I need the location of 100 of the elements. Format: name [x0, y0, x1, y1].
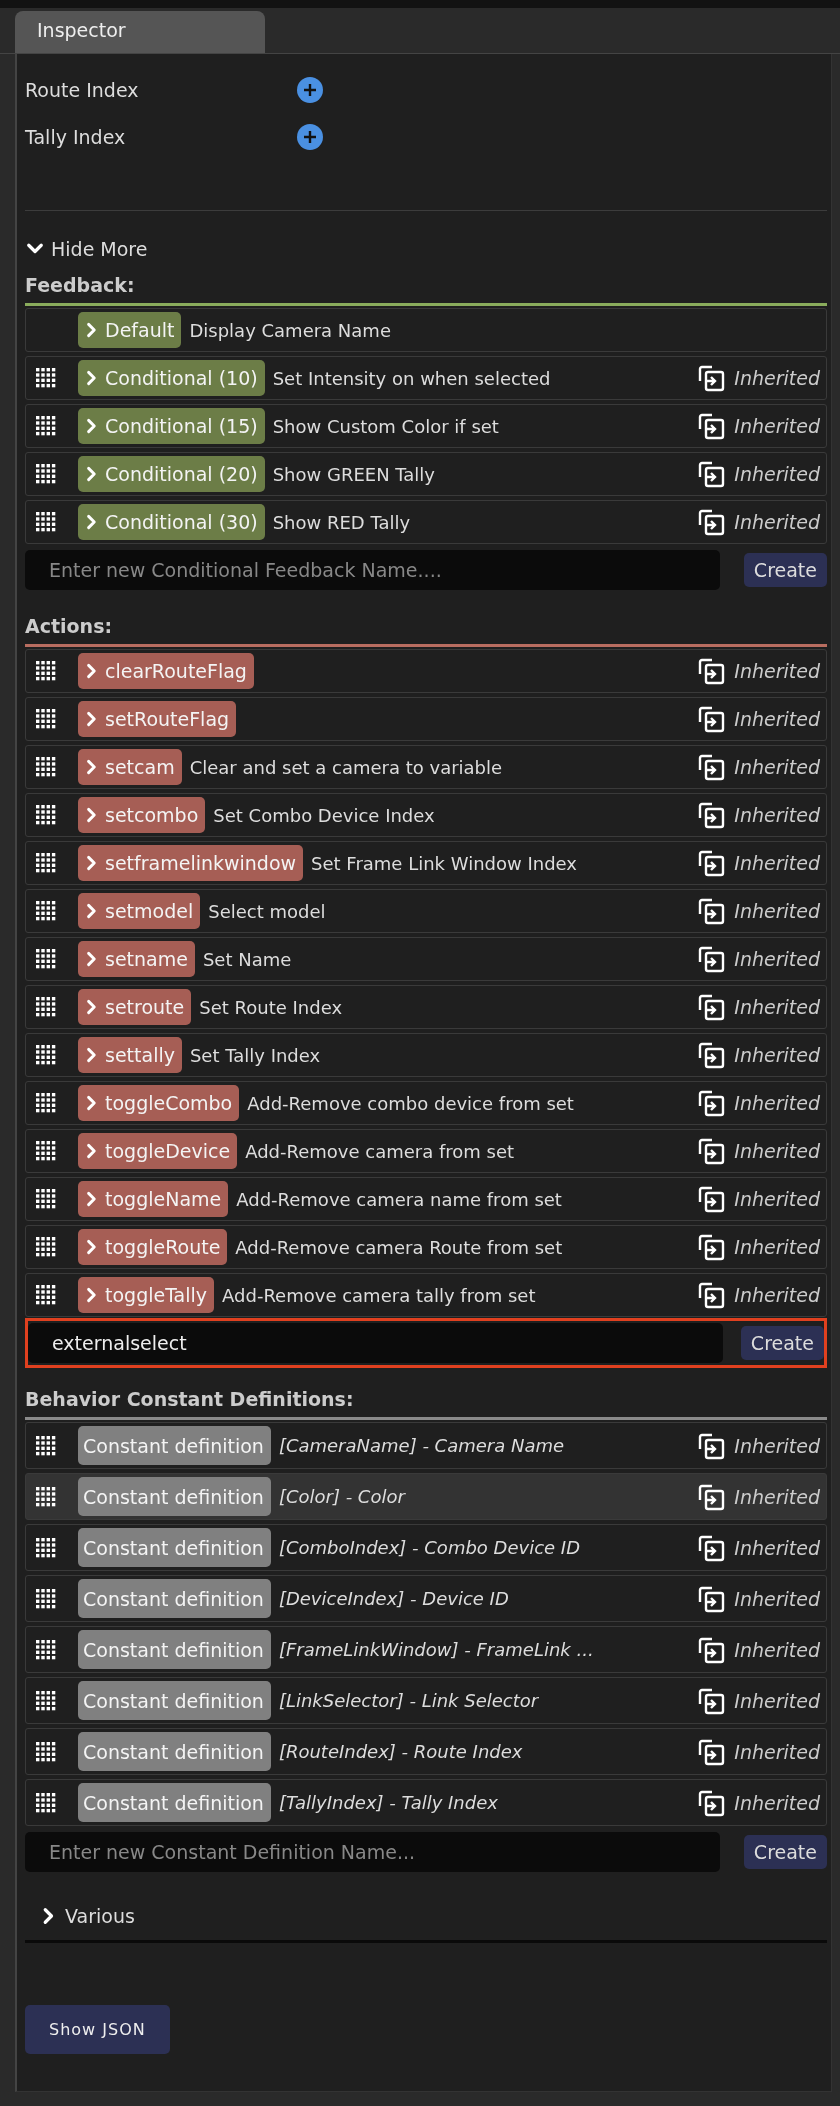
expand-button[interactable]: clearRouteFlag: [78, 653, 254, 689]
list-row[interactable]: Conditional (15) Show Custom Color if set Inherited: [25, 404, 827, 448]
inherit-icon[interactable]: [698, 1040, 727, 1070]
drag-handle-icon[interactable]: [36, 1588, 56, 1609]
expand-button[interactable]: toggleDevice: [78, 1133, 238, 1169]
drag-handle-icon[interactable]: [36, 1741, 56, 1762]
inherit-icon[interactable]: [698, 1184, 727, 1214]
drag-handle-icon[interactable]: [36, 805, 56, 825]
expand-button[interactable]: setroute: [78, 989, 192, 1025]
drag-handle-icon[interactable]: [36, 901, 56, 921]
expand-button[interactable]: Constant definition: [78, 1783, 271, 1822]
inherit-icon[interactable]: [698, 1136, 727, 1166]
expand-button[interactable]: Constant definition: [78, 1579, 271, 1618]
list-row[interactable]: Constant definition [DeviceIndex] - Device ID Inherited: [25, 1575, 827, 1622]
list-row[interactable]: Conditional (20) Show GREEN Tally Inherited: [25, 452, 827, 496]
expand-button[interactable]: toggleRoute: [78, 1229, 228, 1265]
drag-handle-icon[interactable]: [36, 464, 56, 484]
expand-button[interactable]: Conditional (30): [78, 504, 265, 540]
list-row[interactable]: Conditional (30) Show RED Tally Inherited: [25, 500, 827, 544]
list-row[interactable]: Constant definition [FrameLinkWindow] - FrameLink ... Inherited: [25, 1626, 827, 1673]
list-row[interactable]: setcombo Set Combo Device Index Inherited: [25, 793, 827, 837]
drag-handle-icon[interactable]: [36, 1792, 56, 1813]
inherit-icon[interactable]: [698, 363, 727, 393]
expand-button[interactable]: Constant definition: [78, 1426, 271, 1465]
inherit-icon[interactable]: [698, 411, 727, 441]
inherit-icon[interactable]: [698, 944, 727, 974]
expand-button[interactable]: Constant definition: [78, 1528, 271, 1567]
name-field[interactable]: Enter new Conditional Feedback Name....: [25, 550, 720, 590]
list-row[interactable]: toggleName Add-Remove camera name from set Inherited: [25, 1177, 827, 1221]
create-button[interactable]: Create: [743, 1835, 827, 1869]
drag-handle-icon[interactable]: [36, 1285, 56, 1305]
drag-handle-icon[interactable]: [36, 1045, 56, 1065]
list-row[interactable]: toggleCombo Add-Remove combo device from set Inherited: [25, 1081, 827, 1125]
inspector-tab[interactable]: Inspector: [15, 11, 265, 53]
expand-button[interactable]: setRouteFlag: [78, 701, 237, 737]
list-row[interactable]: setcam Clear and set a camera to variable Inherited: [25, 745, 827, 789]
expand-button[interactable]: Conditional (20): [78, 456, 265, 492]
list-row[interactable]: Constant definition [TallyIndex] - Tally Index Inherited: [25, 1779, 827, 1826]
drag-handle-icon[interactable]: [36, 709, 56, 729]
name-field[interactable]: externalselect: [28, 1323, 723, 1363]
list-row[interactable]: setmodel Select model Inherited: [25, 889, 827, 933]
drag-handle-icon[interactable]: [36, 661, 56, 681]
list-row[interactable]: Constant definition [LinkSelector] - Link Selector Inherited: [25, 1677, 827, 1724]
expand-button[interactable]: setcombo: [78, 797, 206, 833]
hide-more-toggle[interactable]: Hide More: [25, 231, 827, 267]
expand-button[interactable]: setname: [78, 941, 195, 977]
inherit-icon[interactable]: [698, 1232, 727, 1262]
drag-handle-icon[interactable]: [36, 1141, 56, 1161]
drag-handle-icon[interactable]: [36, 1486, 56, 1507]
inherit-icon[interactable]: [698, 800, 727, 830]
list-row[interactable]: settally Set Tally Index Inherited: [25, 1033, 827, 1077]
list-row[interactable]: setRouteFlag Inherited: [25, 697, 827, 741]
drag-handle-icon[interactable]: [36, 512, 56, 532]
inherit-icon[interactable]: [698, 459, 727, 489]
inherit-icon[interactable]: [698, 992, 727, 1022]
list-row[interactable]: Constant definition [Color] - Color Inherited: [25, 1473, 827, 1520]
expand-button[interactable]: toggleName: [78, 1181, 229, 1217]
inherit-icon[interactable]: [698, 656, 727, 686]
expand-button[interactable]: Constant definition: [78, 1630, 271, 1669]
drag-handle-icon[interactable]: [36, 949, 56, 969]
list-row[interactable]: Constant definition [RouteIndex] - Route Index Inherited: [25, 1728, 827, 1775]
inherit-icon[interactable]: [698, 752, 727, 782]
drag-handle-icon[interactable]: [36, 416, 56, 436]
list-row[interactable]: Constant definition [CameraName] - Camera Name Inherited: [25, 1422, 827, 1469]
show-json-button[interactable]: Show JSON: [25, 2005, 170, 2054]
inherit-icon[interactable]: [698, 848, 727, 878]
drag-handle-icon[interactable]: [36, 368, 56, 388]
drag-handle-icon[interactable]: [36, 1237, 56, 1257]
drag-handle-icon[interactable]: [36, 1639, 56, 1660]
drag-handle-icon[interactable]: [36, 853, 56, 873]
list-row[interactable]: clearRouteFlag Inherited: [25, 649, 827, 693]
expand-button[interactable]: Default: [78, 312, 182, 348]
list-row[interactable]: toggleTally Add-Remove camera tally from set Inherited: [25, 1273, 827, 1317]
expand-button[interactable]: Constant definition: [78, 1681, 271, 1720]
create-button[interactable]: Create: [743, 553, 827, 587]
drag-handle-icon[interactable]: [36, 997, 56, 1017]
expand-button[interactable]: settally: [78, 1037, 182, 1073]
expand-button[interactable]: setframelinkwindow: [78, 845, 304, 881]
expand-button[interactable]: setmodel: [78, 893, 201, 929]
list-row[interactable]: Default Display Camera Name: [25, 308, 827, 352]
inherit-icon[interactable]: [698, 896, 727, 926]
list-row[interactable]: setframelinkwindow Set Frame Link Window Index Inherited: [25, 841, 827, 885]
drag-handle-icon[interactable]: [36, 1189, 56, 1209]
add-icon[interactable]: [297, 123, 323, 150]
inherit-icon[interactable]: [698, 1280, 727, 1310]
drag-handle-icon[interactable]: [36, 1537, 56, 1558]
expand-button[interactable]: Conditional (10): [78, 360, 265, 396]
list-row[interactable]: Conditional (10) Set Intensity on when selected Inherited: [25, 356, 827, 400]
expand-button[interactable]: toggleCombo: [78, 1085, 240, 1121]
add-icon[interactable]: [297, 76, 323, 103]
inherit-icon[interactable]: [698, 1088, 727, 1118]
list-row[interactable]: toggleDevice Add-Remove camera from set Inherited: [25, 1129, 827, 1173]
list-row[interactable]: Constant definition [ComboIndex] - Combo Device ID Inherited: [25, 1524, 827, 1571]
expand-button[interactable]: Conditional (15): [78, 408, 265, 444]
expand-button[interactable]: setcam: [78, 749, 182, 785]
list-row[interactable]: setroute Set Route Index Inherited: [25, 985, 827, 1029]
inherit-icon[interactable]: [698, 507, 727, 537]
name-field[interactable]: Enter new Constant Definition Name...: [25, 1832, 720, 1872]
various-toggle[interactable]: Various: [25, 1898, 827, 1934]
drag-handle-icon[interactable]: [36, 757, 56, 777]
